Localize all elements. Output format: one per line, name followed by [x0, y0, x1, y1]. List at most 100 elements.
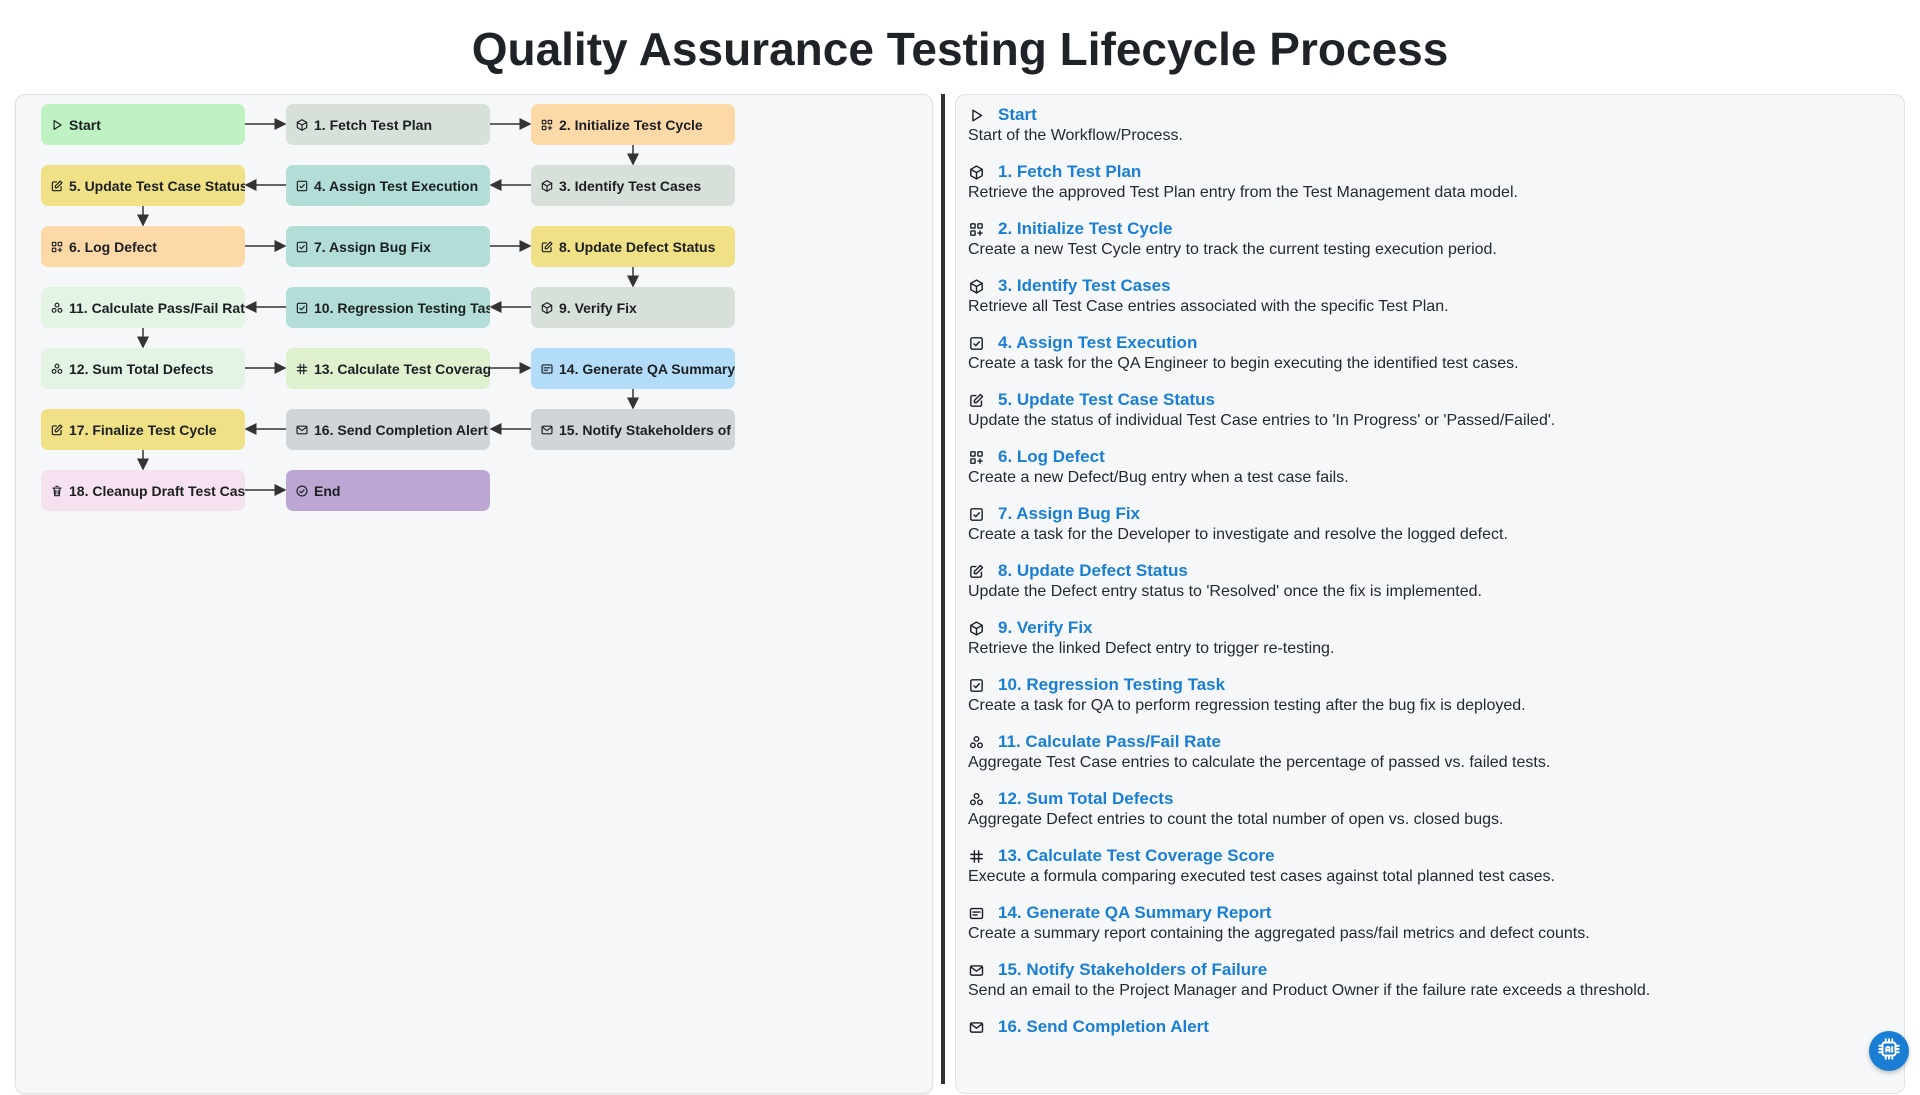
assistant-button[interactable] [1869, 1031, 1909, 1071]
step-header: 14. Generate QA Summary Report [968, 903, 1888, 923]
flow-node-n9[interactable]: 9. Verify Fix [531, 287, 735, 328]
flow-node-n2[interactable]: 2. Initialize Test Cycle [531, 104, 735, 145]
flow-node-label: 8. Update Defect Status [559, 238, 716, 255]
cube-icon [295, 118, 309, 132]
step-title-link[interactable]: 16. Send Completion Alert [998, 1017, 1209, 1037]
step-item: 10. Regression Testing Task Create a task… [968, 675, 1888, 716]
step-title-link[interactable]: 1. Fetch Test Plan [998, 162, 1141, 182]
report-icon [540, 362, 554, 376]
flow-node-label: 3. Identify Test Cases [559, 177, 702, 194]
step-title-link[interactable]: 3. Identify Test Cases [998, 276, 1171, 296]
step-title-link[interactable]: 4. Assign Test Execution [998, 333, 1197, 353]
step-header: 5. Update Test Case Status [968, 390, 1888, 410]
step-description: Start of the Workflow/Process. [968, 127, 1183, 144]
step-item: 9. Verify Fix Retrieve the linked Defect … [968, 618, 1888, 659]
step-description: Create a task for the Developer to inves… [968, 526, 1508, 543]
step-item: 16. Send Completion Alert [968, 1017, 1888, 1037]
step-description: Aggregate Defect entries to count the to… [968, 811, 1504, 828]
flow-node-n11[interactable]: 11. Calculate Pass/Fail Rate [41, 287, 245, 328]
checkbox-icon [295, 179, 309, 193]
flow-node-label: Start [69, 116, 101, 133]
flow-node-label: 12. Sum Total Defects [69, 360, 214, 377]
report-icon [968, 905, 985, 922]
flow-node-n1[interactable]: 1. Fetch Test Plan [286, 104, 490, 145]
steps-list: Start Start of the Workflow/Process. 1. Fe… [968, 105, 1888, 1053]
step-item: 11. Calculate Pass/Fail Rate Aggregate Te… [968, 732, 1888, 773]
step-title-link[interactable]: 15. Notify Stakeholders of Failure [998, 960, 1267, 980]
flow-node-n15[interactable]: 15. Notify Stakeholders of Failure [531, 409, 735, 450]
flow-node-n18[interactable]: 18. Cleanup Draft Test Cases [41, 470, 245, 511]
step-title-link[interactable]: 10. Regression Testing Task [998, 675, 1225, 695]
grid-plus-icon [540, 118, 554, 132]
flow-node-n12[interactable]: 12. Sum Total Defects [41, 348, 245, 389]
step-description: Retrieve the linked Defect entry to trig… [968, 640, 1335, 657]
mail-icon [968, 1019, 985, 1036]
flow-node-label: 13. Calculate Test Coverage Score [314, 360, 490, 377]
step-title-link[interactable]: 11. Calculate Pass/Fail Rate [998, 732, 1221, 752]
step-item: 14. Generate QA Summary Report Create a s… [968, 903, 1888, 944]
flow-node-label: 5. Update Test Case Status [69, 177, 245, 194]
flow-node-n8[interactable]: 8. Update Defect Status [531, 226, 735, 267]
flow-node-end[interactable]: End [286, 470, 490, 511]
step-description: Retrieve all Test Case entries associate… [968, 298, 1449, 315]
step-item: 3. Identify Test Cases Retrieve all Test … [968, 276, 1888, 317]
step-description: Execute a formula comparing executed tes… [968, 868, 1555, 885]
step-description: Send an email to the Project Manager and… [968, 982, 1651, 999]
aggregate-icon [968, 791, 985, 808]
step-description: Create a new Defect/Bug entry when a tes… [968, 469, 1349, 486]
edit-icon [968, 563, 985, 580]
step-title-link[interactable]: 13. Calculate Test Coverage Score [998, 846, 1275, 866]
checkbox-icon [295, 240, 309, 254]
flow-node-label: 7. Assign Bug Fix [314, 238, 431, 255]
step-title-link[interactable]: 9. Verify Fix [998, 618, 1093, 638]
step-title-link[interactable]: 8. Update Defect Status [998, 561, 1188, 581]
step-title-link[interactable]: 7. Assign Bug Fix [998, 504, 1140, 524]
flow-node-n14[interactable]: 14. Generate QA Summary [531, 348, 735, 389]
flow-node-n7[interactable]: 7. Assign Bug Fix [286, 226, 490, 267]
flow-node-n4[interactable]: 4. Assign Test Execution [286, 165, 490, 206]
step-header: 10. Regression Testing Task [968, 675, 1888, 695]
step-item: 8. Update Defect Status Update the Defect… [968, 561, 1888, 602]
step-header: Start [968, 105, 1888, 125]
aggregate-icon [968, 734, 985, 751]
flow-node-n13[interactable]: 13. Calculate Test Coverage Score [286, 348, 490, 389]
flow-node-label: 6. Log Defect [69, 238, 157, 255]
step-item: Start Start of the Workflow/Process. [968, 105, 1888, 146]
flow-node-label: 14. Generate QA Summary [559, 360, 735, 377]
step-header: 16. Send Completion Alert [968, 1017, 1888, 1037]
step-header: 6. Log Defect [968, 447, 1888, 467]
step-item: 6. Log Defect Create a new Defect/Bug ent… [968, 447, 1888, 488]
flow-node-label: 15. Notify Stakeholders of Failure [559, 421, 735, 438]
cube-icon [540, 179, 554, 193]
panel-divider[interactable] [941, 94, 945, 1084]
step-item: 7. Assign Bug Fix Create a task for the D… [968, 504, 1888, 545]
flow-node-n16[interactable]: 16. Send Completion Alert [286, 409, 490, 450]
play-icon [968, 107, 985, 124]
step-description: Create a summary report containing the a… [968, 925, 1590, 942]
steps-panel: Start Start of the Workflow/Process. 1. Fe… [955, 94, 1905, 1094]
step-item: 12. Sum Total Defects Aggregate Defect en… [968, 789, 1888, 830]
edit-icon [540, 240, 554, 254]
step-title-link[interactable]: 5. Update Test Case Status [998, 390, 1215, 410]
flow-node-n10[interactable]: 10. Regression Testing Task [286, 287, 490, 328]
step-title-link[interactable]: Start [998, 105, 1037, 125]
step-title-link[interactable]: 12. Sum Total Defects [998, 789, 1173, 809]
flow-node-n5[interactable]: 5. Update Test Case Status [41, 165, 245, 206]
page-title: Quality Assurance Testing Lifecycle Proc… [471, 23, 1449, 75]
flow-node-start[interactable]: Start [41, 104, 245, 145]
flow-node-n17[interactable]: 17. Finalize Test Cycle [41, 409, 245, 450]
grid-plus-icon [968, 221, 985, 238]
step-description: Update the Defect entry status to 'Resol… [968, 583, 1482, 600]
step-header: 1. Fetch Test Plan [968, 162, 1888, 182]
step-title-link[interactable]: 6. Log Defect [998, 447, 1105, 467]
flow-node-label: 18. Cleanup Draft Test Cases [69, 482, 245, 499]
step-title-link[interactable]: 2. Initialize Test Cycle [998, 219, 1172, 239]
checkbox-icon [295, 301, 309, 315]
flow-node-n3[interactable]: 3. Identify Test Cases [531, 165, 735, 206]
step-item: 5. Update Test Case Status Update the sta… [968, 390, 1888, 431]
cube-icon [968, 620, 985, 637]
cube-icon [540, 301, 554, 315]
step-title-link[interactable]: 14. Generate QA Summary Report [998, 903, 1271, 923]
aggregate-icon [50, 301, 64, 315]
flow-node-n6[interactable]: 6. Log Defect [41, 226, 245, 267]
